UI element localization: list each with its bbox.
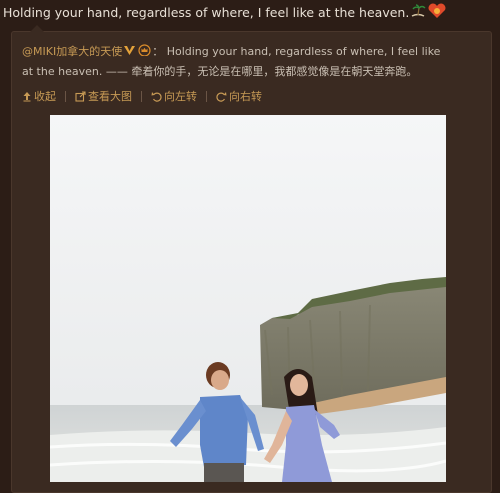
post-text: Holding your hand, regardless of where, … [3,5,410,20]
view-large-button[interactable]: 查看大图 [75,88,132,104]
post-photo[interactable] [50,115,446,482]
repost-author-link[interactable]: @MIKI加拿大的天使 [22,45,122,58]
arrow-up-icon [23,91,31,101]
v-badge-icon[interactable] [123,43,136,62]
crown-badge-icon[interactable] [138,43,151,62]
heart-icon [427,3,447,24]
repost-pointer [30,25,44,32]
view-large-label: 查看大图 [88,90,132,103]
external-link-icon [75,90,86,102]
rotate-right-button[interactable]: 向右转 [216,88,262,104]
rotate-left-button[interactable]: 向左转 [151,88,197,104]
post-text-line: Holding your hand, regardless of where, … [3,3,497,24]
repost-content: @MIKI加拿大的天使： Holding your hand, regardle… [22,42,452,81]
palm-tree-icon [410,4,426,23]
rotate-left-label: 向左转 [164,90,197,103]
toolbar-divider [65,90,66,102]
collapse-button[interactable]: 收起 [22,88,56,104]
rotate-right-label: 向右转 [229,90,262,103]
image-toolbar: 收起 查看大图 向左转 向右转 [22,88,262,104]
rotate-left-icon [151,91,162,102]
toolbar-divider [206,90,207,102]
rotate-right-icon [216,91,227,102]
repost-colon: ： [152,45,164,58]
collapse-label: 收起 [34,90,56,103]
beach-photo-image [50,115,446,482]
toolbar-divider [141,90,142,102]
